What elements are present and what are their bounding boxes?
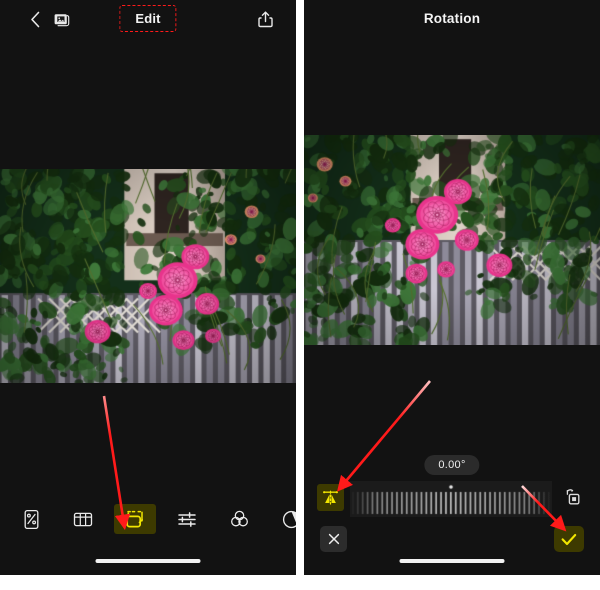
- photo-canvas-left: [0, 169, 296, 383]
- rotation-angle-badge: 0.00°: [424, 455, 480, 475]
- rotation-slider-ruler[interactable]: [350, 481, 552, 517]
- edit-tools-toolbar: [0, 497, 296, 541]
- home-indicator-left: [95, 558, 201, 563]
- cancel-button[interactable]: [320, 526, 347, 552]
- sidebar-item-aspect-ratio[interactable]: [62, 504, 104, 534]
- ruler-canvas: [350, 481, 552, 517]
- sidebar-item-contrast[interactable]: [270, 504, 296, 534]
- home-indicator-right: [399, 558, 505, 563]
- flip-horizontal-icon[interactable]: [317, 484, 344, 511]
- rotate-square-icon[interactable]: [560, 484, 587, 511]
- sidebar-item-adjust[interactable]: [10, 504, 52, 534]
- photo-stack-icon[interactable]: [48, 7, 74, 31]
- left-topbar: Edit: [0, 0, 296, 38]
- page-title: Rotation: [423, 11, 481, 26]
- chevron-left-icon[interactable]: [22, 7, 48, 31]
- photo-preview-left: [0, 169, 296, 383]
- sidebar-item-color[interactable]: [218, 504, 260, 534]
- right-panel-rotation-editor: Rotation 0.00°: [304, 0, 600, 575]
- sidebar-item-crop[interactable]: [114, 504, 156, 534]
- rotation-ruler-row: [304, 481, 600, 517]
- screenshot-stage: Edit Rotation 0.00°: [0, 0, 600, 590]
- photo-preview-right: [304, 135, 600, 345]
- edit-button-label: Edit: [135, 11, 161, 26]
- share-icon[interactable]: [252, 7, 278, 31]
- rotation-action-bar: [304, 524, 600, 560]
- confirm-button[interactable]: [554, 526, 584, 552]
- left-panel-editor-home: Edit: [0, 0, 296, 575]
- sidebar-item-sliders[interactable]: [166, 504, 208, 534]
- edit-button[interactable]: Edit: [119, 5, 177, 32]
- right-topbar: Rotation: [304, 0, 600, 38]
- photo-canvas-right: [304, 135, 600, 345]
